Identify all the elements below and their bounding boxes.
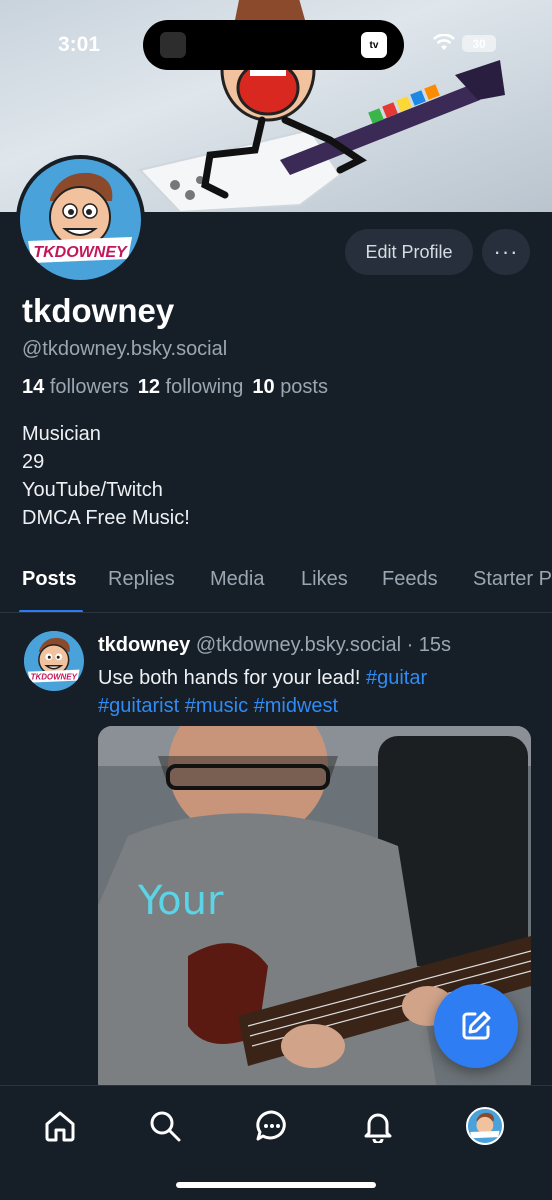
avatar-logo-text: TKDOWNEY (33, 244, 128, 261)
profile-handle: @tkdowney.bsky.social (22, 338, 228, 360)
bio-line: Musician (22, 423, 101, 445)
nav-profile[interactable] (465, 1106, 505, 1146)
bio-line: YouTube/Twitch (22, 479, 163, 501)
nav-notifications[interactable] (358, 1106, 398, 1146)
tab-posts[interactable]: Posts (22, 568, 76, 591)
posts-stat: 10 posts (252, 376, 328, 398)
home-icon (45, 1111, 75, 1142)
clock: 3:01 (58, 33, 101, 56)
bio-line: DMCA Free Music! (22, 507, 190, 529)
avatar-cartoon: TKDOWNEY (24, 631, 84, 691)
post-body: Use both hands for your lead! (98, 667, 366, 689)
nav-chat[interactable] (252, 1106, 292, 1146)
video-caption: Your (138, 878, 224, 924)
profile-stats: 14 followers 12 following 10 posts (22, 376, 328, 399)
compose-post-button[interactable] (434, 984, 518, 1068)
status-bar: 3:01 tv 30 (0, 0, 552, 90)
tab-starter-packs[interactable]: Starter Packs (473, 568, 552, 591)
active-tab-indicator (19, 610, 83, 612)
post-handle-time: @tkdowney.bsky.social · 15s (195, 634, 452, 656)
avatar-logo-text: TKDOWNEY (31, 673, 78, 682)
edit-profile-button[interactable]: Edit Profile (345, 229, 473, 275)
nav-home[interactable] (40, 1106, 80, 1146)
dynamic-island: tv (143, 20, 404, 70)
post-text: Use both hands for your lead! #guitar #g… (98, 664, 518, 720)
battery-icon: 30 (462, 35, 496, 52)
display-name: tkdowney (22, 292, 175, 329)
profile-avatar[interactable]: TKDOWNEY (16, 155, 145, 284)
bell-icon (364, 1113, 392, 1143)
app-thumbnail-icon (160, 32, 186, 58)
post-author-name[interactable]: tkdowney (98, 634, 190, 656)
tab-media[interactable]: Media (210, 568, 264, 591)
avatar-cartoon (468, 1109, 502, 1143)
hashtag-link[interactable]: #guitarist (98, 695, 179, 717)
following-stat[interactable]: 12 following (138, 376, 244, 399)
profile-tabs: Posts Replies Media Likes Feeds Starter … (0, 560, 552, 613)
hashtag-link[interactable]: #guitar (366, 667, 427, 689)
avatar-cartoon: TKDOWNEY (20, 159, 140, 279)
compose-icon (462, 1011, 491, 1040)
nav-search[interactable] (145, 1106, 185, 1146)
followers-stat[interactable]: 14 followers (22, 376, 129, 399)
home-indicator[interactable] (176, 1182, 376, 1188)
tab-likes[interactable]: Likes (301, 568, 348, 591)
tv-app-icon: tv (361, 32, 387, 58)
hashtag-link[interactable]: #music (185, 695, 248, 717)
tab-replies[interactable]: Replies (108, 568, 175, 591)
more-options-button[interactable]: ··· (482, 229, 530, 275)
post-header: tkdowney @tkdowney.bsky.social · 15s (98, 634, 451, 657)
chat-icon (256, 1110, 286, 1141)
post-author-avatar[interactable]: TKDOWNEY (24, 631, 84, 691)
tab-feeds[interactable]: Feeds (382, 568, 438, 591)
profile-avatar (466, 1107, 504, 1145)
search-icon (150, 1111, 181, 1142)
hashtag-link[interactable]: #midwest (254, 695, 338, 717)
wifi-icon (433, 34, 455, 50)
bio-line: 29 (22, 451, 45, 473)
profile-bio: Musician 29 YouTube/Twitch DMCA Free Mus… (22, 420, 190, 532)
